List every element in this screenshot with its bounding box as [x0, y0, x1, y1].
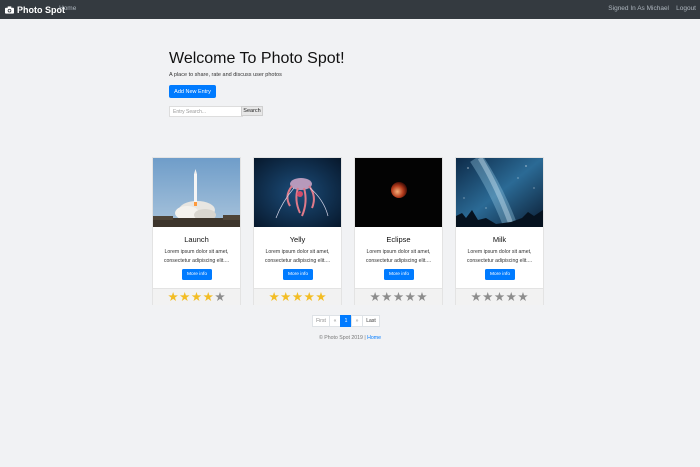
star-icon[interactable]: ★ — [470, 291, 481, 304]
star-icon[interactable]: ★ — [292, 291, 303, 304]
page-title: Welcome To Photo Spot! — [169, 50, 345, 67]
page-footer: © Photo Spot 2019 | Home — [0, 335, 700, 341]
more-info-button[interactable]: More info — [283, 269, 313, 280]
card-rating: ★ ★ ★ ★ ★ — [254, 288, 341, 305]
card-text: Lorem ipsum dolor sit amet, consectetur … — [163, 249, 230, 264]
photo-card: Launch Lorem ipsum dolor sit amet, conse… — [152, 157, 241, 305]
nav-home-link[interactable]: Home — [59, 5, 76, 12]
card-text: Lorem ipsum dolor sit amet, consectetur … — [466, 249, 533, 264]
star-icon[interactable]: ★ — [482, 291, 493, 304]
brand-text: Photo Spot — [17, 4, 65, 15]
star-icon[interactable]: ★ — [506, 291, 517, 304]
page-last-link[interactable]: Last — [362, 315, 380, 327]
more-info-button[interactable]: More info — [182, 269, 212, 280]
card-title: Eclipse — [386, 235, 411, 244]
search-button[interactable]: Search — [241, 106, 263, 116]
signed-in-user: Signed In As Michael — [608, 5, 669, 12]
star-icon[interactable]: ★ — [304, 291, 315, 304]
footer-home-link[interactable]: Home — [367, 335, 381, 341]
page-subtitle: A place to share, rate and discuss user … — [169, 72, 282, 78]
star-icon[interactable]: ★ — [203, 291, 214, 304]
card-text: Lorem ipsum dolor sit amet, consectetur … — [264, 249, 331, 264]
camera-icon — [5, 5, 14, 14]
more-info-button[interactable]: More info — [384, 269, 414, 280]
logout-link[interactable]: Logout — [676, 5, 696, 12]
page-first-link[interactable]: First — [312, 315, 330, 327]
add-new-entry-button[interactable]: Add New Entry — [169, 85, 216, 98]
card-image-yelly[interactable] — [254, 158, 341, 227]
star-icon[interactable]: ★ — [494, 291, 505, 304]
brand-link[interactable]: Photo Spot — [5, 3, 65, 16]
more-info-button[interactable]: More info — [485, 269, 515, 280]
card-title: Yelly — [289, 235, 306, 244]
star-icon[interactable]: ★ — [179, 291, 190, 304]
card-text: Lorem ipsum dolor sit amet, consectetur … — [365, 249, 432, 264]
card-image-eclipse[interactable] — [355, 158, 442, 227]
card-image-milk[interactable] — [456, 158, 543, 227]
star-icon[interactable]: ★ — [268, 291, 279, 304]
photo-card: Eclipse Lorem ipsum dolor sit amet, cons… — [354, 157, 443, 305]
star-icon[interactable]: ★ — [369, 291, 380, 304]
star-icon[interactable]: ★ — [167, 291, 178, 304]
star-icon[interactable]: ★ — [214, 291, 225, 304]
entry-search-input[interactable] — [169, 106, 243, 117]
star-icon[interactable]: ★ — [315, 291, 326, 304]
footer-copyright: © Photo Spot 2019 | — [319, 335, 366, 341]
card-title: Milk — [492, 235, 507, 244]
photo-card: Yelly Lorem ipsum dolor sit amet, consec… — [253, 157, 342, 305]
card-title: Launch — [184, 235, 209, 244]
card-image-launch[interactable] — [153, 158, 240, 227]
card-rating: ★ ★ ★ ★ ★ — [456, 288, 543, 305]
star-icon[interactable]: ★ — [517, 291, 528, 304]
star-icon[interactable]: ★ — [280, 291, 291, 304]
pagination: First « 1 » Last — [312, 315, 380, 327]
card-rating: ★ ★ ★ ★ ★ — [355, 288, 442, 305]
star-icon[interactable]: ★ — [191, 291, 202, 304]
photo-card: Milk Lorem ipsum dolor sit amet, consect… — [455, 157, 544, 305]
navbar: Photo Spot Home Signed In As Michael Log… — [0, 0, 700, 19]
star-icon[interactable]: ★ — [405, 291, 416, 304]
star-icon[interactable]: ★ — [393, 291, 404, 304]
card-rating: ★ ★ ★ ★ ★ — [153, 288, 240, 305]
star-icon[interactable]: ★ — [416, 291, 427, 304]
star-icon[interactable]: ★ — [381, 291, 392, 304]
